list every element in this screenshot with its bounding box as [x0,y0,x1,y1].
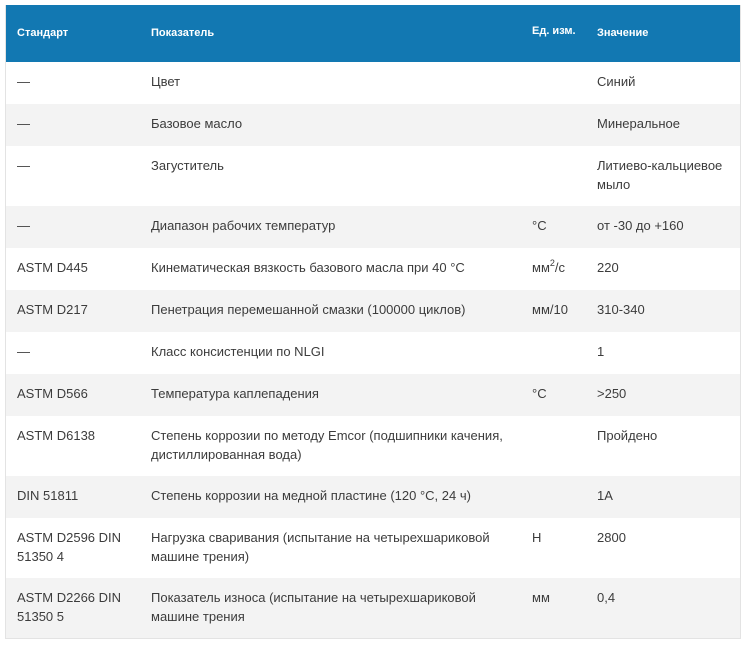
spec-table: Стандарт Показатель Ед. изм. Значение — … [6,5,740,638]
cell-indicator: Кинематическая вязкость базового масла п… [151,260,465,275]
table-row: — Цвет Синий [6,62,740,104]
cell-indicator: Класс консистенции по NLGI [151,344,325,359]
cell-value: 1 [597,344,605,359]
cell-indicator: Степень коррозии на медной пластине (120… [151,488,471,503]
cell-unit [521,332,586,374]
cell-unit [521,62,586,104]
cell-unit: мм2/с [521,248,586,290]
cell-unit [521,104,586,146]
cell-unit [521,476,586,518]
cell-indicator: Пенетрация перемешанной смазки (100000 ц… [151,302,466,317]
header-standard: Стандарт [17,27,69,39]
cell-value: Пройдено [597,428,658,443]
table-row: ASTM D2266 DIN 51350 5 Показатель износа… [6,578,740,638]
cell-value: Минеральное [597,116,680,131]
cell-value: >250 [597,386,627,401]
cell-indicator: Нагрузка сваривания (испытание на четыре… [151,530,490,564]
cell-value: 310-340 [597,302,645,317]
cell-standard: — [17,116,30,131]
cell-value: от -30 до +160 [597,218,684,233]
cell-unit: мм/10 [532,302,568,317]
cell-indicator: Базовое масло [151,116,243,131]
unit-base: мм [532,260,550,275]
table-row: ASTM D566 Температура каплепадения °C >2… [6,374,740,416]
header-indicator: Показатель [151,27,215,39]
cell-value: 2800 [597,530,626,545]
cell-standard: — [17,218,30,233]
cell-indicator: Загуститель [151,158,224,173]
table-row: — Диапазон рабочих температур °C от -30 … [6,206,740,248]
cell-standard: ASTM D566 [17,386,88,401]
cell-indicator: Показатель износа (испытание на четырехш… [151,590,476,624]
cell-standard: — [17,344,30,359]
cell-standard: — [17,158,30,173]
header-unit: Ед. изм. [532,25,576,37]
cell-standard: ASTM D445 [17,260,88,275]
table-row: ASTM D6138 Степень коррозии по методу Em… [6,416,740,476]
cell-indicator: Степень коррозии по методу Emcor (подшип… [151,428,503,462]
table-header-row: Стандарт Показатель Ед. изм. Значение [6,5,740,62]
cell-unit: мм [532,590,550,605]
table-row: DIN 51811 Степень коррозии на медной пла… [6,476,740,518]
cell-standard: ASTM D2596 DIN 51350 4 [17,530,122,564]
table-row: ASTM D445 Кинематическая вязкость базово… [6,248,740,290]
table-row: — Класс консистенции по NLGI 1 [6,332,740,374]
cell-unit [521,146,586,206]
cell-value: Литиево-кальциевое мыло [597,158,723,192]
cell-unit: °C [532,386,547,401]
cell-value: Синий [597,74,636,89]
cell-standard: ASTM D217 [17,302,88,317]
cell-value: 220 [597,260,619,275]
cell-indicator: Диапазон рабочих температур [151,218,336,233]
cell-standard: ASTM D6138 [17,428,96,443]
spec-table-container: Стандарт Показатель Ед. изм. Значение — … [5,5,741,639]
table-row: ASTM D2596 DIN 51350 4 Нагрузка свариван… [6,518,740,578]
unit-tail: /с [554,260,566,275]
cell-value: 1A [597,488,613,503]
cell-unit [521,416,586,476]
table-row: — Базовое масло Минеральное [6,104,740,146]
unit-superscript: 2 [549,257,555,268]
table-row: ASTM D217 Пенетрация перемешанной смазки… [6,290,740,332]
cell-value: 0,4 [597,590,616,605]
cell-standard: — [17,74,30,89]
cell-unit: °C [532,218,547,233]
cell-indicator: Температура каплепадения [151,386,319,401]
cell-standard: DIN 51811 [17,488,79,503]
table-row: — Загуститель Литиево-кальциевое мыло [6,146,740,206]
header-value: Значение [597,27,649,39]
cell-standard: ASTM D2266 DIN 51350 5 [17,590,122,624]
cell-indicator: Цвет [151,74,181,89]
cell-unit: Н [532,530,542,545]
